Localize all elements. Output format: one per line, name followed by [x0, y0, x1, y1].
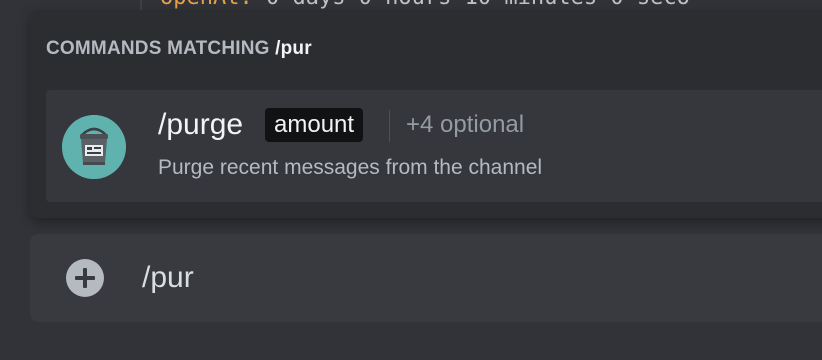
autocomplete-header-label: COMMANDS MATCHING [46, 38, 270, 59]
command-autocomplete-popup: COMMANDS MATCHING /pur /purge amount +4 … [30, 10, 822, 218]
command-option-purge[interactable]: /purge amount +4 optional Purge recent m… [46, 90, 822, 202]
background-message-code: openAt: 0 days 0 hours 10 minutes 0 seco [160, 0, 822, 10]
code-keyword: openAt: [160, 0, 253, 10]
bucket-bot-avatar-icon [62, 115, 126, 179]
optional-params-count: +4 optional [406, 111, 525, 138]
autocomplete-header-query: /pur [275, 38, 312, 59]
bucket-bot-avatar-svg [62, 115, 126, 179]
autocomplete-header: COMMANDS MATCHING /pur [46, 38, 312, 60]
command-description: Purge recent messages from the channel [158, 156, 543, 179]
command-name: /purge [158, 108, 244, 141]
message-input-bar [30, 234, 822, 322]
required-param-badge: amount [265, 108, 364, 142]
plus-icon-svg [75, 268, 95, 288]
message-input[interactable] [142, 256, 822, 300]
param-separator [389, 110, 390, 142]
code-rest: 0 days 0 hours 10 minutes 0 seco [253, 0, 690, 10]
chat-view: openAt: 0 days 0 hours 10 minutes 0 seco… [0, 0, 822, 360]
plus-circle-icon[interactable] [66, 259, 104, 297]
